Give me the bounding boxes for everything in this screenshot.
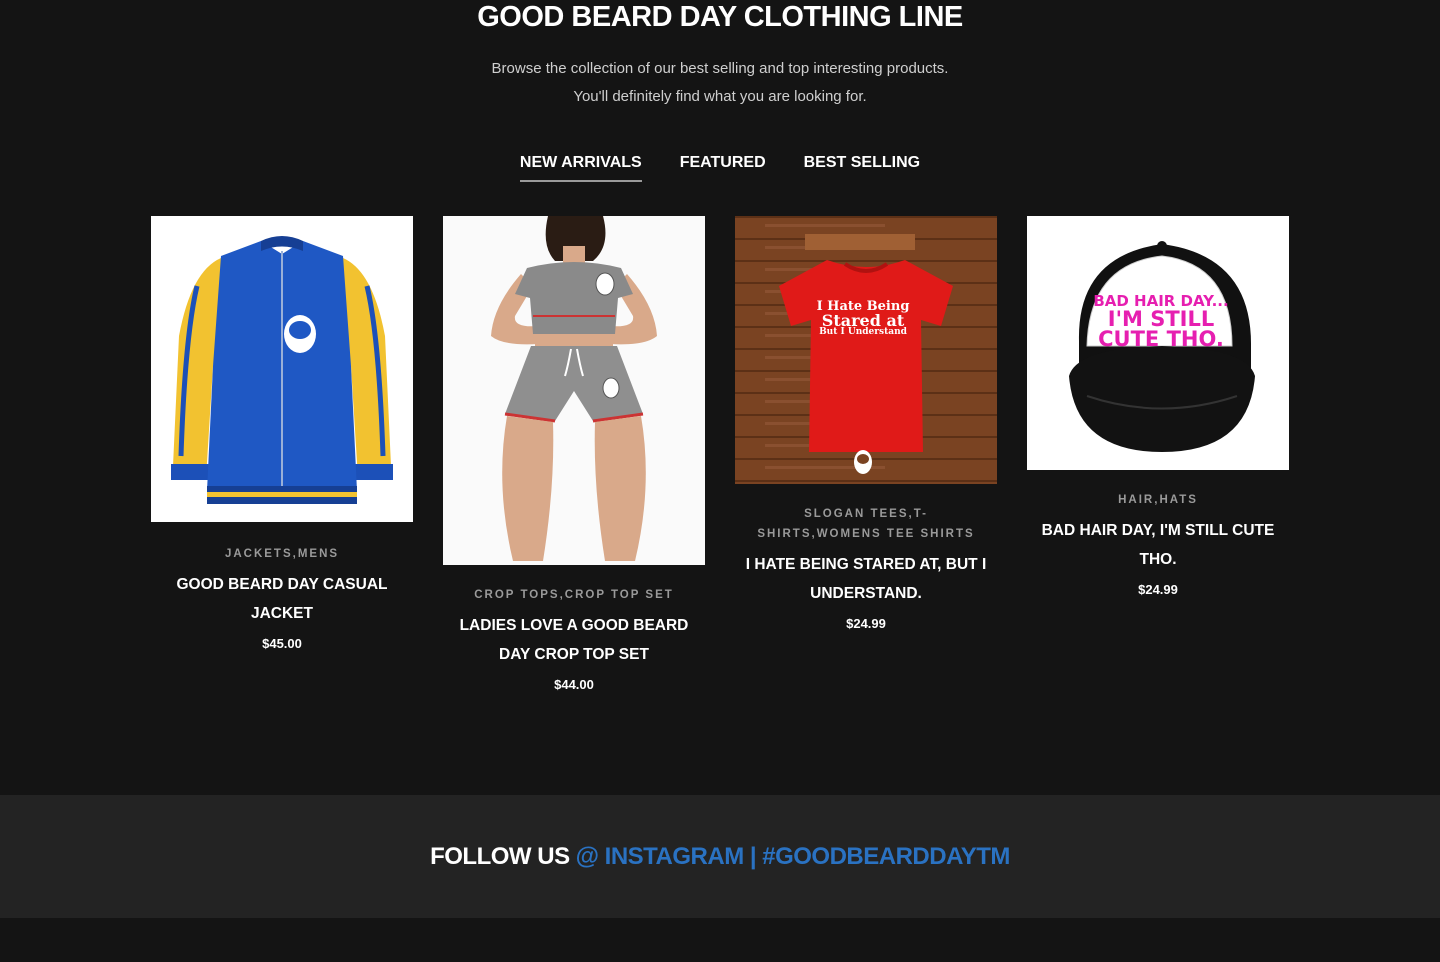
product-price: $45.00: [262, 636, 302, 651]
instagram-link[interactable]: @ INSTAGRAM | #GOODBEARDDAYTM: [576, 843, 1011, 871]
product-categories: HAIR,HATS: [1118, 494, 1198, 506]
category-link[interactable]: SLOGAN TEES: [804, 508, 908, 520]
product-card: JACKETS,MENS GOOD BEARD DAY CASUAL JACKE…: [151, 216, 413, 651]
product-image-crop-top-set[interactable]: [443, 216, 705, 565]
intro-line-1: Browse the collection of our best sellin…: [491, 60, 949, 77]
category-link[interactable]: MENS: [298, 548, 339, 560]
product-image-tshirt[interactable]: I Hate Being Stared at But I Understand: [735, 216, 997, 484]
tab-new-arrivals[interactable]: NEW ARRIVALS: [519, 152, 642, 182]
product-categories: SLOGAN TEES,T-SHIRTS,WOMENS TEE SHIRTS: [757, 508, 975, 540]
product-image-hat[interactable]: BAD HAIR DAY... I'M STILL CUTE THO.: [1027, 216, 1289, 470]
category-link[interactable]: HATS: [1159, 494, 1197, 506]
tab-best-selling[interactable]: BEST SELLING: [804, 152, 920, 182]
product-title[interactable]: LADIES LOVE A GOOD BEARD DAY CROP TOP SE…: [443, 611, 705, 669]
product-title[interactable]: I HATE BEING STARED AT, BUT I UNDERSTAND…: [735, 550, 997, 608]
product-categories: JACKETS,MENS: [224, 548, 340, 560]
product-tabs: NEW ARRIVALS FEATURED BEST SELLING: [0, 152, 1440, 182]
follow-us-label: FOLLOW US: [430, 842, 570, 870]
section-title: GOOD BEARD DAY CLOTHING LINE: [477, 1, 963, 33]
section-intro: Browse the collection of our best sellin…: [0, 55, 1440, 111]
product-card: CROP TOPS,CROP TOP SET LADIES LOVE A GOO…: [443, 216, 705, 692]
tab-featured[interactable]: FEATURED: [680, 152, 766, 182]
product-categories: CROP TOPS,CROP TOP SET: [474, 589, 674, 601]
category-link[interactable]: WOMENS TEE SHIRTS: [817, 528, 975, 540]
intro-line-2: You'll definitely find what you are look…: [573, 88, 867, 105]
category-link[interactable]: JACKETS: [225, 548, 293, 560]
product-card: I Hate Being Stared at But I Understand …: [735, 216, 997, 631]
product-price: $24.99: [1138, 582, 1178, 597]
hat-print-line-3: CUTE THO.: [1098, 327, 1224, 351]
product-title[interactable]: BAD HAIR DAY, I'M STILL CUTE THO.: [1027, 516, 1289, 574]
product-price: $44.00: [554, 677, 594, 692]
instagram-follow-band: FOLLOW US @ INSTAGRAM | #GOODBEARDDAYTM: [0, 795, 1440, 918]
product-image-jacket[interactable]: [151, 216, 413, 522]
product-card: BAD HAIR DAY... I'M STILL CUTE THO. HAIR…: [1027, 216, 1289, 597]
category-link[interactable]: CROP TOP SET: [565, 589, 674, 601]
product-title[interactable]: GOOD BEARD DAY CASUAL JACKET: [151, 570, 413, 628]
product-price: $24.99: [846, 616, 886, 631]
category-link[interactable]: CROP TOPS: [474, 589, 559, 601]
category-link[interactable]: HAIR: [1118, 494, 1154, 506]
tee-print-line-3: But I Understand: [819, 327, 908, 337]
